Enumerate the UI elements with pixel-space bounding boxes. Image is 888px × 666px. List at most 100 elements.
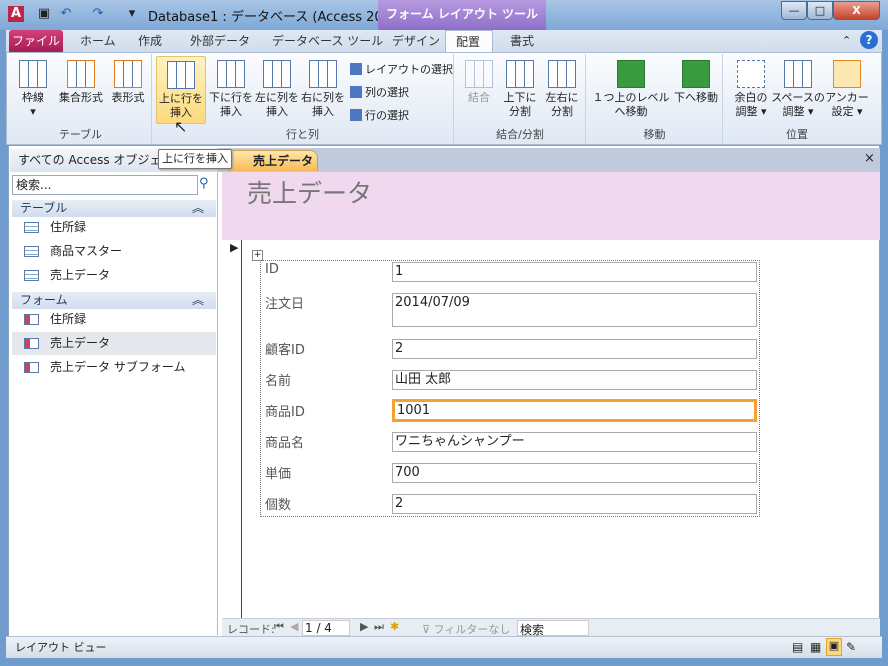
new-record-icon[interactable]: ✱ — [390, 620, 399, 633]
maximize-button[interactable]: □ — [807, 1, 833, 20]
insert-right-button[interactable]: 右に列を 挿入 — [300, 60, 346, 119]
redo-icon[interactable]: ↷ — [90, 6, 106, 22]
field-label: ID — [265, 262, 279, 277]
tabular-button[interactable]: 表形式 — [108, 60, 148, 105]
field-customer-id[interactable]: 2 — [392, 339, 757, 359]
stacked-icon — [67, 60, 95, 88]
control-margins-button[interactable]: 余白の 調整 ▾ — [728, 60, 774, 119]
search-icon[interactable]: ⚲ — [199, 176, 209, 191]
anchoring-button[interactable]: アンカー 設定 ▾ — [824, 60, 870, 119]
insert-above-button[interactable]: 上に行を 挿入 — [156, 56, 206, 124]
merge-icon — [465, 60, 493, 88]
group-label: 結合/分割 — [496, 128, 544, 141]
collapse-ribbon-icon[interactable]: ⌃ — [842, 34, 851, 47]
form-icon — [24, 338, 39, 349]
group-label: 移動 — [643, 128, 666, 141]
filter-button[interactable]: ⊽ フィルターなし — [422, 621, 510, 637]
customize-qat-icon[interactable]: ▾ — [124, 6, 140, 22]
tab-create[interactable]: 作成 — [128, 30, 172, 53]
group-label: 位置 — [786, 128, 808, 141]
move-down-icon — [682, 60, 710, 88]
context-tab-label: フォーム レイアウト ツール — [378, 0, 546, 30]
tab-database-tools[interactable]: データベース ツール — [262, 30, 393, 53]
gridlines-icon — [19, 60, 47, 88]
move-down-button[interactable]: 下へ移動 — [671, 60, 721, 105]
anchoring-icon — [833, 60, 861, 88]
next-record-icon[interactable]: ▶ — [360, 620, 368, 633]
tooltip: 上に行を挿入 — [158, 149, 232, 169]
first-record-icon[interactable]: ⏮ — [274, 620, 284, 634]
record-selector[interactable]: ▶ — [222, 240, 242, 618]
layout-view-icon[interactable]: ▣ — [826, 638, 842, 656]
form-title[interactable]: 売上データ — [247, 174, 372, 210]
field-unit-price[interactable]: 700 — [392, 463, 757, 483]
field-quantity[interactable]: 2 — [392, 494, 757, 514]
control-padding-button[interactable]: スペースの 調整 ▾ — [770, 60, 826, 119]
field-name[interactable]: 山田 太郎 — [392, 370, 757, 390]
prev-record-icon[interactable]: ◀ — [290, 620, 298, 633]
field-product-name[interactable]: ワニちゃんシャンプー — [392, 432, 757, 452]
tab-format[interactable]: 書式 — [500, 30, 544, 53]
tab-home[interactable]: ホーム — [70, 30, 126, 53]
select-layout-button[interactable]: レイアウトの選択 — [350, 61, 453, 77]
field-label: 単価 — [265, 467, 292, 482]
nav-item-form-selected[interactable]: 売上データ — [12, 332, 216, 355]
group-position: 余白の 調整 ▾ スペースの 調整 ▾ アンカー 設定 ▾ 位置 — [724, 54, 870, 144]
design-view-icon[interactable]: ✎ — [846, 640, 856, 654]
merge-button[interactable]: 結合 — [459, 60, 499, 105]
nav-search-input[interactable]: 検索... — [12, 175, 198, 195]
tab-external-data[interactable]: 外部データ — [180, 30, 260, 53]
nav-item-table[interactable]: 商品マスター — [12, 240, 216, 263]
form-view-icon[interactable]: ▤ — [792, 640, 803, 654]
tab-arrange[interactable]: 配置 — [445, 30, 493, 53]
record-search-input[interactable]: 検索 — [517, 620, 589, 637]
field-label: 商品名 — [265, 436, 305, 451]
tab-file[interactable]: ファイル — [9, 30, 63, 52]
split-horizontal-button[interactable]: 左右に 分割 — [541, 60, 583, 119]
move-up-icon — [617, 60, 645, 88]
nav-item-form[interactable]: 住所録 — [12, 308, 216, 331]
field-label: 顧客ID — [265, 343, 305, 358]
select-column-button[interactable]: 列の選択 — [350, 84, 409, 100]
row-icon — [350, 109, 362, 121]
field-label: 商品ID — [265, 405, 305, 420]
table-icon — [24, 246, 39, 257]
form-icon — [24, 314, 39, 325]
group-merge-split: 結合 上下に 分割 左右に 分割 結合/分割 — [455, 54, 586, 144]
field-label: 注文日 — [265, 297, 305, 312]
last-record-icon[interactable]: ⏭ — [374, 620, 384, 634]
save-icon[interactable]: ▣ — [36, 6, 52, 22]
tabular-icon — [114, 60, 142, 88]
select-row-button[interactable]: 行の選択 — [350, 107, 409, 123]
nav-group-tables[interactable]: テーブル ︽ — [12, 200, 216, 217]
insert-left-icon — [263, 60, 291, 88]
insert-below-icon — [217, 60, 245, 88]
split-vertical-icon — [506, 60, 534, 88]
group-label: テーブル — [58, 128, 103, 141]
field-product-id-selected[interactable]: 1001 — [392, 399, 757, 422]
move-up-button[interactable]: １つ上のレベル へ移動 — [589, 60, 673, 119]
close-window-button[interactable]: X — [833, 1, 880, 20]
minimize-button[interactable]: — — [781, 1, 807, 20]
help-icon[interactable]: ? — [860, 31, 878, 49]
field-order-date[interactable]: 2014/07/09 — [392, 293, 757, 327]
undo-icon[interactable]: ↶ — [58, 6, 74, 22]
insert-left-button[interactable]: 左に列を 挿入 — [254, 60, 300, 119]
tab-design[interactable]: デザイン — [382, 30, 450, 53]
split-vertical-button[interactable]: 上下に 分割 — [499, 60, 541, 119]
nav-item-table[interactable]: 住所録 — [12, 216, 216, 239]
table-icon — [24, 270, 39, 281]
nav-item-form[interactable]: 売上データ サブフォーム — [12, 356, 216, 379]
field-id[interactable]: 1 — [392, 262, 757, 282]
insert-below-button[interactable]: 下に行を 挿入 — [208, 60, 254, 119]
record-label: レコード: — [227, 623, 275, 636]
gridlines-button[interactable]: 枠線 ▾ — [14, 60, 52, 119]
mouse-cursor-icon: ↖ — [174, 117, 188, 136]
current-record-input[interactable]: 1 / 4 — [302, 620, 350, 636]
nav-item-table[interactable]: 売上データ — [12, 264, 216, 287]
close-document-icon[interactable]: × — [864, 151, 875, 166]
datasheet-view-icon[interactable]: ▦ — [810, 640, 821, 654]
stacked-button[interactable]: 集合形式 — [54, 60, 108, 105]
document-tab[interactable]: 売上データ — [228, 150, 318, 171]
nav-group-forms[interactable]: フォーム ︽ — [12, 292, 216, 309]
